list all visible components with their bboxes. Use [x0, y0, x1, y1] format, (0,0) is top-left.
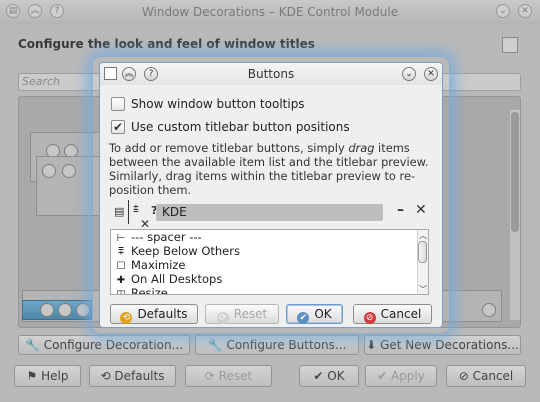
show-tooltips-checkbox[interactable]: [111, 97, 125, 111]
custom-positions-checkbox[interactable]: ✔: [111, 120, 125, 134]
configure-buttons-button[interactable]: 🔧 Configure Buttons...: [195, 335, 359, 355]
preview-close-icon: [42, 164, 56, 178]
minimize-icon[interactable]: ⌄: [402, 67, 416, 81]
wrench-icon: 🔧: [24, 338, 44, 352]
list-item[interactable]: ⩱ Keep Below Others: [115, 244, 240, 258]
list-item[interactable]: ☐ Maximize: [115, 258, 186, 272]
available-items-list[interactable]: ⊢ --- spacer --- ⩱ Keep Below Others ☐ Maxi…: [110, 229, 429, 295]
list-item[interactable]: ⊢ --- spacer ---: [115, 230, 202, 244]
apply-button[interactable]: ✔ Apply: [365, 365, 437, 387]
reset-icon: ⟳: [216, 312, 229, 324]
heading-decoration-icon: [502, 37, 518, 53]
preview-close-icon: [482, 303, 496, 317]
search-placeholder: Search: [22, 75, 61, 88]
defaults-button[interactable]: ⟲ Defaults: [89, 365, 176, 387]
custom-positions-label[interactable]: Use custom titlebar button positions: [131, 120, 350, 134]
check-icon: ✔: [377, 369, 391, 383]
preview-title-field: KDE: [156, 204, 383, 221]
scroll-down-icon[interactable]: ﹀: [419, 284, 427, 295]
resize-icon: ◫: [116, 289, 126, 295]
buttons-dialog: ︽ ? Buttons ⌄ ✕ Show window button toolt…: [99, 62, 443, 328]
check-icon: ✔: [297, 312, 310, 324]
wrench-icon: 🔧: [207, 338, 227, 352]
items-scroll-thumb[interactable]: [418, 241, 427, 263]
defaults-icon: ⟲: [120, 312, 133, 324]
help-button[interactable]: ⚑ Help: [14, 365, 81, 387]
list-item[interactable]: ✚ On All Desktops: [115, 272, 223, 286]
menu-icon[interactable]: ▤: [114, 205, 124, 218]
check-icon: ✔: [313, 369, 328, 383]
help-icon: ⚑: [26, 369, 42, 383]
decoration-list-scroll-thumb[interactable]: [511, 112, 519, 232]
show-tooltips-label[interactable]: Show window button tooltips: [131, 97, 305, 111]
scroll-up-icon[interactable]: ︿: [419, 230, 427, 241]
ok-button[interactable]: ✔ OK: [299, 365, 359, 387]
get-new-decorations-button[interactable]: ⬇ Get New Decorations...: [364, 335, 521, 355]
insert-marker: [128, 200, 129, 224]
on-all-desktops-icon[interactable]: ⩲: [133, 204, 139, 215]
cancel-icon: ⊘: [458, 369, 473, 383]
reset-icon: ⟳: [204, 369, 219, 383]
reset-button[interactable]: ⟳ Reset: [185, 365, 272, 387]
cancel-button[interactable]: ⊘ Cancel: [446, 365, 526, 387]
defaults-icon: ⟲: [100, 369, 115, 383]
close-icon[interactable]: ✕: [415, 202, 427, 218]
page-heading: Configure the look and feel of window ti…: [18, 37, 315, 51]
dialog-defaults-button[interactable]: ⟲ Defaults: [110, 304, 198, 324]
preview-shade-icon: [62, 164, 76, 178]
bg-minimize-icon[interactable]: ⌄: [496, 4, 510, 18]
dialog-title: Buttons: [247, 67, 295, 81]
preview-menu-icon: [40, 303, 54, 317]
instructions-text: To add or remove titlebar buttons, simpl…: [109, 141, 429, 197]
download-icon: ⬇: [366, 338, 381, 352]
minimize-icon[interactable]: –: [397, 202, 404, 218]
dialog-ok-button[interactable]: ✔ OK: [286, 304, 343, 324]
dialog-reset-button[interactable]: ⟳ Reset: [205, 304, 279, 324]
configure-decoration-button[interactable]: 🔧 Configure Decoration...: [18, 335, 190, 355]
list-item[interactable]: ◫ Resize: [115, 286, 168, 295]
close-icon[interactable]: ✕: [424, 67, 438, 81]
preview-chevron-icon: [58, 303, 72, 317]
cancel-icon: ⊘: [363, 312, 376, 324]
bg-close-icon[interactable]: ✕: [518, 4, 532, 18]
preview-help-icon: [76, 303, 90, 317]
dialog-cancel-button[interactable]: ⊘ Cancel: [353, 304, 432, 324]
background-window-title: Window Decorations – KDE Control Module: [141, 5, 399, 19]
